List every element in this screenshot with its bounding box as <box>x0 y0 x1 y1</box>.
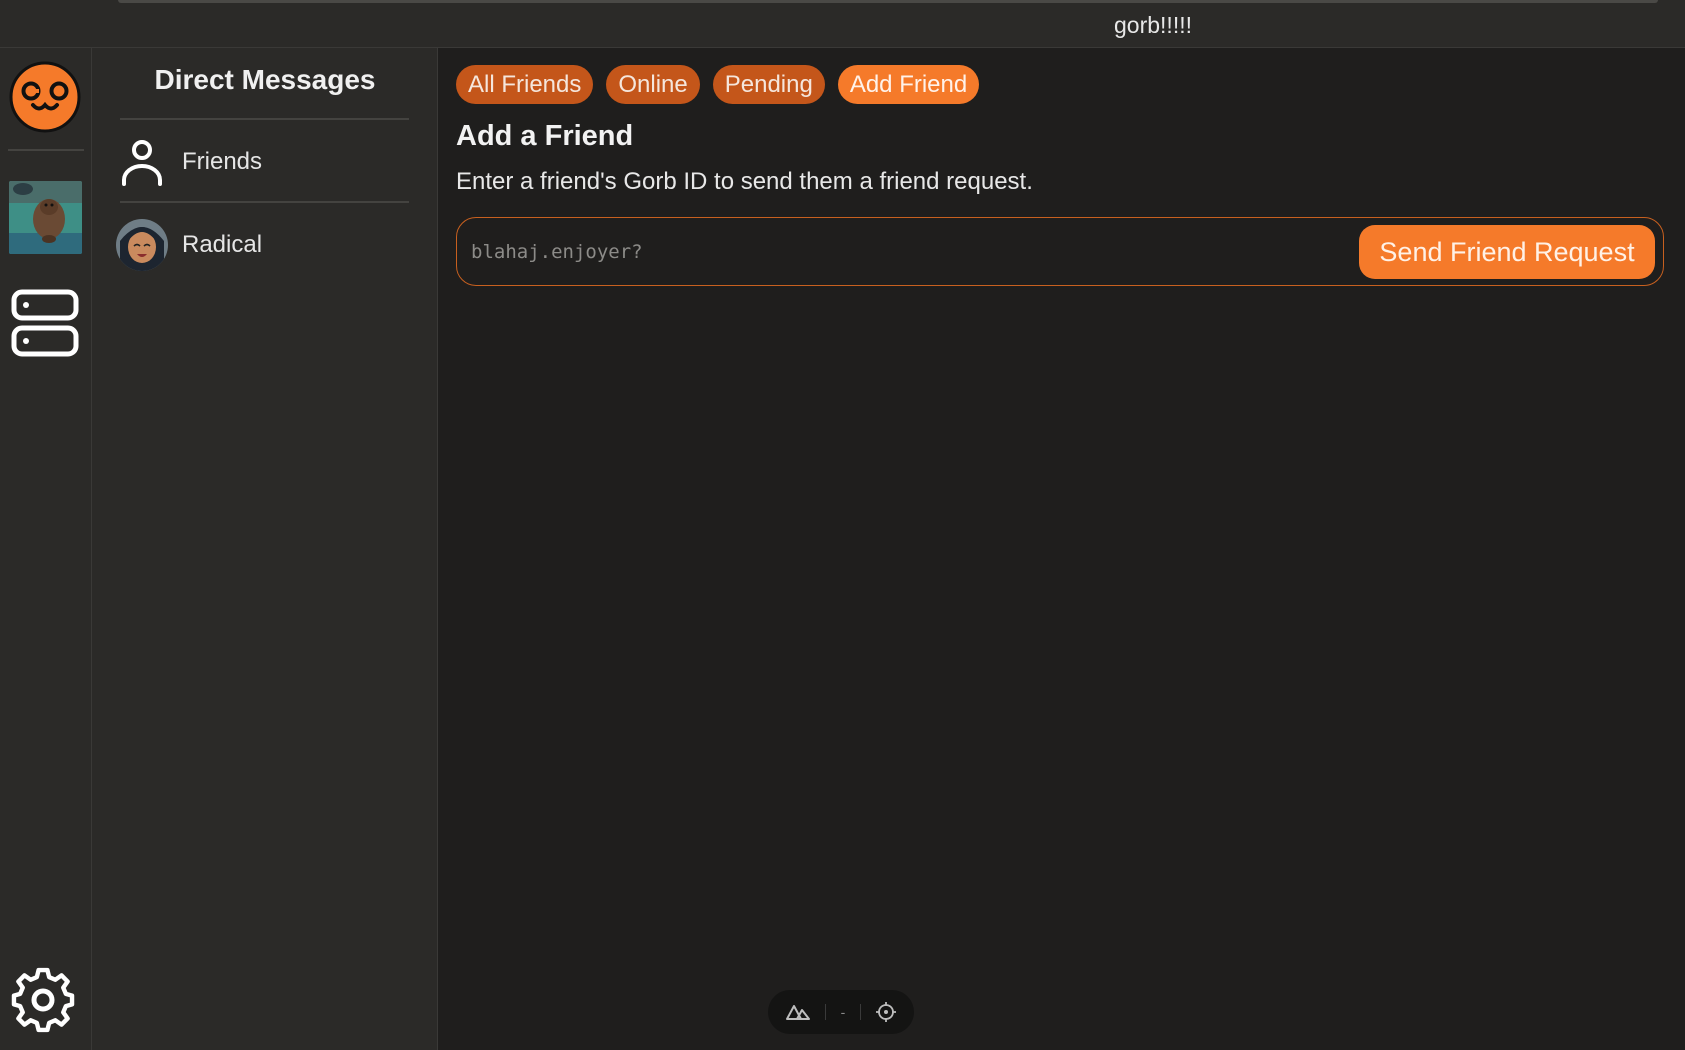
guild-icon[interactable] <box>9 181 82 254</box>
toolbar-divider <box>859 1004 861 1020</box>
crosshair-icon[interactable] <box>875 1001 897 1023</box>
page-title: Add a Friend <box>456 120 634 152</box>
toolbar-status-text: - <box>840 1004 846 1020</box>
cat-logo-icon[interactable] <box>9 61 81 133</box>
send-friend-request-button[interactable]: Send Friend Request <box>1359 225 1655 279</box>
guild-beaver-avatar <box>9 181 82 254</box>
gorb-id-input[interactable] <box>471 234 1351 270</box>
dm-item-friends[interactable]: Friends <box>116 127 409 197</box>
dev-toolbar: - <box>768 990 914 1034</box>
nuxt-logo-icon[interactable] <box>785 1003 811 1021</box>
avatar <box>116 219 168 271</box>
direct-messages-panel: Direct Messages Friends Radical <box>92 48 438 1050</box>
friend-tabs: All Friends Online Pending Add Friend <box>456 65 980 104</box>
dm-divider <box>120 201 409 203</box>
rail-divider <box>8 149 84 151</box>
dm-item-label: Friends <box>182 148 263 175</box>
tab-all-friends[interactable]: All Friends <box>456 65 594 104</box>
dm-item-label: Radical <box>182 231 263 258</box>
add-friend-form: Send Friend Request <box>456 217 1664 286</box>
tab-online[interactable]: Online <box>606 65 700 104</box>
user-icon <box>122 140 162 186</box>
dm-divider <box>120 118 409 120</box>
server-rail <box>0 48 92 1050</box>
tab-pending[interactable]: Pending <box>712 65 825 104</box>
server-stack-icon[interactable] <box>11 288 79 358</box>
page-description: Enter a friend's Gorb ID to send them a … <box>456 168 1033 195</box>
app-title: gorb!!!!! <box>1114 12 1192 38</box>
toolbar-divider <box>825 1004 827 1020</box>
dm-item-radical[interactable]: Radical <box>116 210 409 280</box>
window-drag-handle[interactable] <box>118 0 1658 3</box>
top-bar: gorb!!!!! <box>0 0 1685 48</box>
gear-icon[interactable] <box>10 966 76 1034</box>
main-content: All Friends Online Pending Add Friend Ad… <box>439 48 1685 1050</box>
tab-add-friend[interactable]: Add Friend <box>837 65 980 104</box>
dm-heading: Direct Messages <box>154 64 376 95</box>
